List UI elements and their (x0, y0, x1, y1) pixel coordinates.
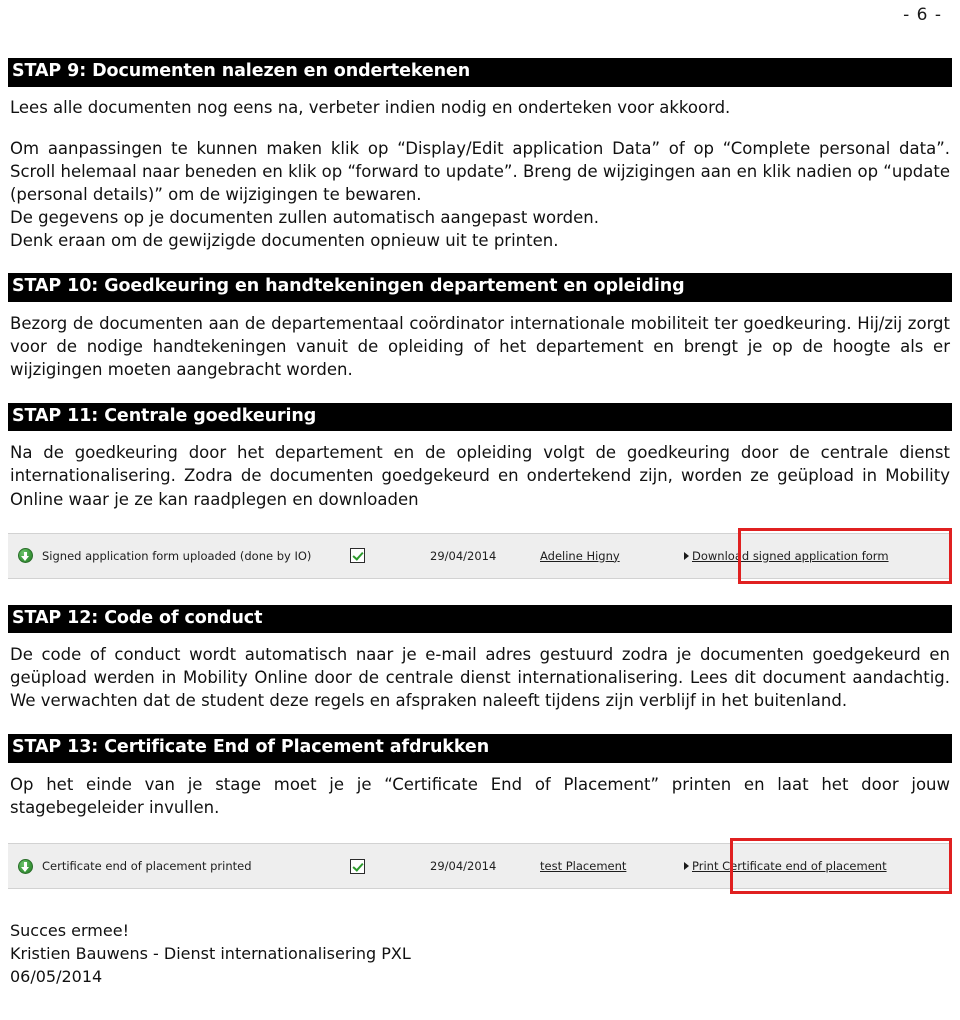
paragraph-stap10-body: Bezorg de documenten aan de departementa… (10, 313, 950, 379)
mobility-online-row-signed-application: Signed application form uploaded (done b… (8, 527, 952, 584)
print-certificate-link[interactable]: Print Certificate end of placement (670, 859, 952, 873)
download-circle-icon[interactable] (8, 548, 42, 564)
footer-block: Succes ermee! Kristien Bauwens - Dienst … (8, 919, 952, 989)
paragraph-stap11-body: Na de goedkeuring door het departement e… (10, 443, 950, 509)
row-user-label: test Placement (540, 859, 627, 874)
page-number: - 6 - (903, 5, 942, 25)
row-user-label: Adeline Higny (540, 548, 620, 563)
section-header-stap-12: STAP 12: Code of conduct (8, 604, 952, 634)
section-header-stap-13: STAP 13: Certificate End of Placement af… (8, 734, 952, 763)
paragraph-stap9-instructions: Om aanpassingen te kunnen maken klik op … (10, 138, 950, 204)
row-user-signed-application[interactable]: Adeline Higny (540, 549, 670, 563)
section-header-stap-10: STAP 10: Goedkeuring en handtekeningen d… (8, 273, 952, 302)
footer-line-succes: Succes ermee! (10, 921, 129, 941)
triangle-bullet-icon (684, 862, 689, 871)
checked-checkbox-icon[interactable] (342, 858, 430, 874)
row-date-certificate-placement: 29/04/2014 (430, 859, 497, 874)
section-header-stap-9: STAP 9: Documenten nalezen en onderteken… (8, 58, 952, 87)
mobility-online-row-certificate-placement: Certificate end of placement printed 29/… (8, 838, 952, 895)
download-circle-icon[interactable] (8, 858, 42, 874)
paragraph-stap13-body: Op het einde van je stage moet je je “Ce… (10, 774, 950, 817)
triangle-bullet-icon (684, 551, 689, 560)
download-signed-application-label: Download signed application form (692, 548, 889, 563)
paragraph-stap12-body: De code of conduct wordt automatisch naa… (10, 645, 950, 711)
row-label-signed-application: Signed application form uploaded (done b… (42, 548, 312, 563)
footer-line-date: 06/05/2014 (10, 967, 103, 987)
checked-checkbox-icon[interactable] (342, 548, 430, 564)
download-signed-application-link[interactable]: Download signed application form (670, 549, 952, 563)
document-page: - 6 - STAP 9: Documenten nalezen en onde… (0, 0, 960, 1020)
row-user-certificate-placement[interactable]: test Placement (540, 859, 670, 873)
row-date-signed-application: 29/04/2014 (430, 548, 497, 563)
print-certificate-label: Print Certificate end of placement (692, 859, 887, 874)
paragraph-stap9-intro: Lees alle documenten nog eens na, verbet… (10, 97, 731, 117)
paragraph-stap9-reprint: Denk eraan om de gewijzigde documenten o… (10, 230, 559, 250)
paragraph-stap9-autoupdate: De gegevens op je documenten zullen auto… (10, 207, 599, 227)
footer-line-author: Kristien Bauwens - Dienst internationali… (10, 944, 411, 964)
row-label-certificate-placement: Certificate end of placement printed (42, 859, 252, 874)
section-header-stap-11: STAP 11: Centrale goedkeuring (8, 402, 952, 432)
